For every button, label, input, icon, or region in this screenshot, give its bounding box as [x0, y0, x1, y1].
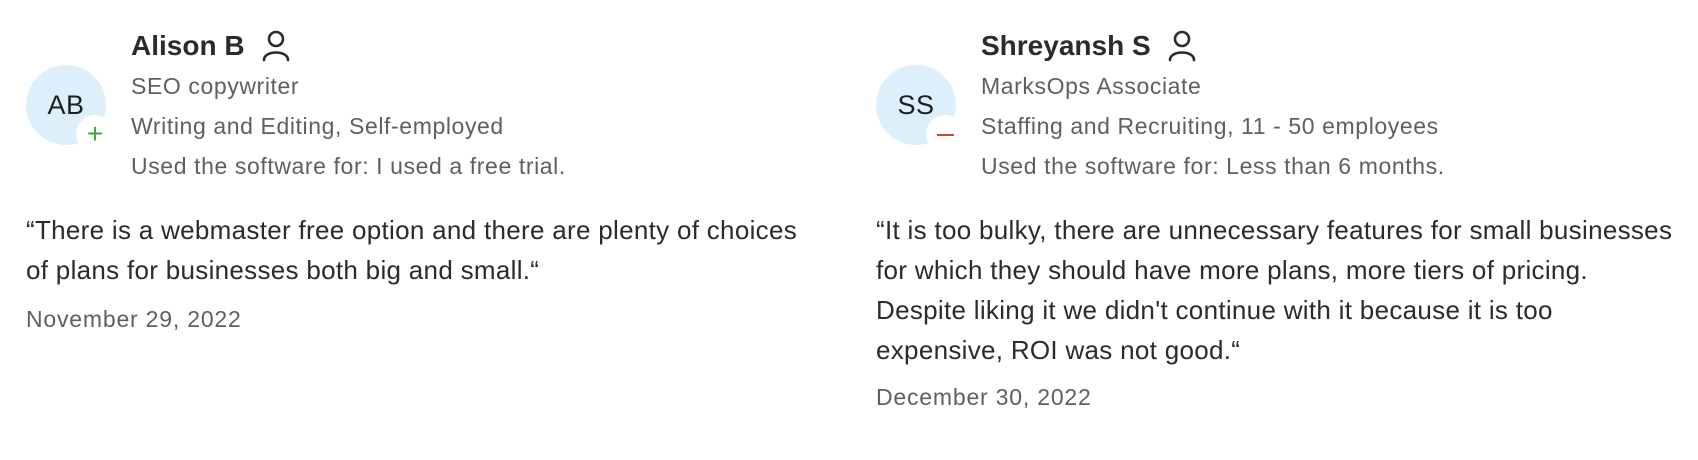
reviewer-name-row: Alison B	[131, 26, 566, 66]
review-card: AB + Alison B SEO copywriter Writing and…	[26, 0, 816, 332]
reviewer-industry: Staffing and Recruiting, 11 - 50 employe…	[981, 113, 1439, 139]
reviewer-info: Shreyansh S MarksOps Associate Staffing …	[981, 26, 1445, 186]
plus-icon: +	[76, 115, 114, 153]
reviewer-role: MarksOps Associate	[981, 73, 1202, 99]
review-quote: “It is too bulky, there are unnecessary …	[876, 215, 1673, 365]
user-icon	[1168, 30, 1195, 62]
reviewer-name: Shreyansh S	[981, 30, 1151, 61]
reviewer-name: Alison B	[131, 30, 245, 61]
reviewer-role: SEO copywriter	[131, 73, 300, 99]
usage-duration: Used the software for: I used a free tri…	[131, 153, 566, 179]
reviewer-name-row: Shreyansh S	[981, 26, 1445, 66]
avatar-initials: SS	[897, 89, 935, 120]
reviewer-header: AB + Alison B SEO copywriter Writing and…	[26, 0, 816, 200]
review-card: SS Shreyansh S MarksOps Associate Staffi…	[876, 0, 1676, 410]
minus-icon	[926, 115, 964, 153]
reviews-section: AB + Alison B SEO copywriter Writing and…	[0, 0, 1698, 460]
user-icon	[262, 30, 289, 62]
usage-duration: Used the software for: Less than 6 month…	[981, 153, 1445, 179]
review-quote: “There is a webmaster free option and th…	[26, 215, 798, 285]
review-date: December 30, 2022	[876, 384, 1092, 410]
avatar-initials: AB	[47, 89, 85, 120]
reviewer-header: SS Shreyansh S MarksOps Associate Staffi…	[876, 0, 1676, 200]
review-date: November 29, 2022	[26, 306, 242, 332]
reviewer-info: Alison B SEO copywriter Writing and Edit…	[131, 26, 566, 186]
reviewer-industry: Writing and Editing, Self-employed	[131, 113, 504, 139]
